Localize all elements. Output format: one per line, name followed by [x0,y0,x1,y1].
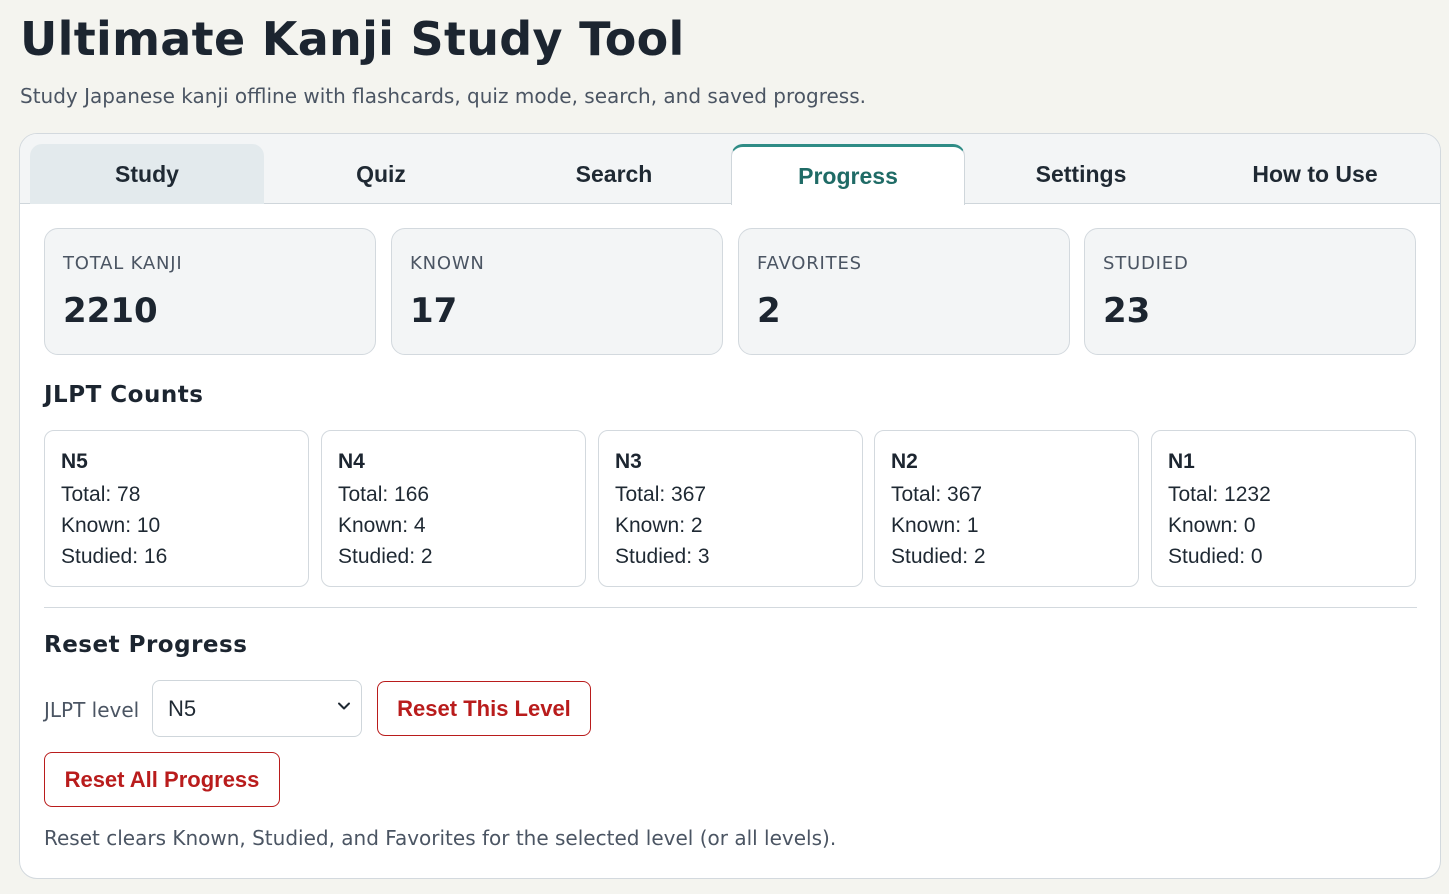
level-known: Known: 1 [891,514,979,537]
level-studied: Studied: 3 [615,545,710,568]
level-name: N5 [61,450,88,473]
reset-progress-heading: Reset Progress [44,632,248,658]
reset-all-button[interactable]: Reset All Progress [44,752,280,807]
jlpt-counts-heading: JLPT Counts [44,382,204,408]
level-studied: Studied: 2 [891,545,986,568]
tab-bar: Study Quiz Search Progress Settings How … [20,134,1440,205]
level-studied: Studied: 2 [338,545,433,568]
reset-level-button[interactable]: Reset This Level [377,681,591,736]
level-name: N4 [338,450,365,473]
jlpt-level-select[interactable]: N5 [152,680,362,737]
level-studied: Studied: 16 [61,545,168,568]
level-known: Known: 10 [61,514,161,537]
app-title: Ultimate Kanji Study Tool [20,12,685,66]
jlpt-level-card-n3: N3 Total: 367 Known: 2 Studied: 3 [598,430,863,587]
level-total: Total: 166 [338,483,430,506]
stat-card-total-kanji: TOTAL KANJI 2210 [44,228,376,355]
tab-search[interactable]: Search [497,144,731,204]
stat-label: TOTAL KANJI [63,253,183,274]
stat-value: 17 [410,291,458,331]
section-divider [44,607,1417,608]
tab-progress[interactable]: Progress [731,144,965,205]
level-total: Total: 367 [891,483,983,506]
tab-settings[interactable]: Settings [964,144,1198,204]
jlpt-level-selected-value: N5 [168,695,197,721]
level-name: N3 [615,450,642,473]
app-subtitle: Study Japanese kanji offline with flashc… [20,84,866,108]
jlpt-level-card-n2: N2 Total: 367 Known: 1 Studied: 2 [874,430,1139,587]
stat-label: KNOWN [410,253,485,274]
level-name: N1 [1168,450,1195,473]
level-total: Total: 367 [615,483,707,506]
stat-label: STUDIED [1103,253,1189,274]
stat-label: FAVORITES [757,253,862,274]
level-total: Total: 1232 [1168,483,1271,506]
chevron-down-icon [338,702,350,710]
main-panel: Study Quiz Search Progress Settings How … [19,133,1441,879]
jlpt-level-card-n5: N5 Total: 78 Known: 10 Studied: 16 [44,430,309,587]
stat-card-favorites: FAVORITES 2 [738,228,1070,355]
stat-card-studied: STUDIED 23 [1084,228,1416,355]
stat-card-known: KNOWN 17 [391,228,723,355]
stat-value: 2210 [63,291,158,331]
level-known: Known: 4 [338,514,426,537]
jlpt-level-label: JLPT level [44,698,140,722]
level-name: N2 [891,450,918,473]
stat-value: 2 [757,291,781,331]
stat-value: 23 [1103,291,1151,331]
level-known: Known: 0 [1168,514,1256,537]
tab-how-to-use[interactable]: How to Use [1198,144,1432,204]
tab-study[interactable]: Study [30,144,264,204]
level-total: Total: 78 [61,483,141,506]
tab-quiz[interactable]: Quiz [264,144,498,204]
jlpt-level-card-n1: N1 Total: 1232 Known: 0 Studied: 0 [1151,430,1416,587]
jlpt-level-card-n4: N4 Total: 166 Known: 4 Studied: 2 [321,430,586,587]
level-known: Known: 2 [615,514,703,537]
reset-help-text: Reset clears Known, Studied, and Favorit… [44,826,837,850]
level-studied: Studied: 0 [1168,545,1263,568]
